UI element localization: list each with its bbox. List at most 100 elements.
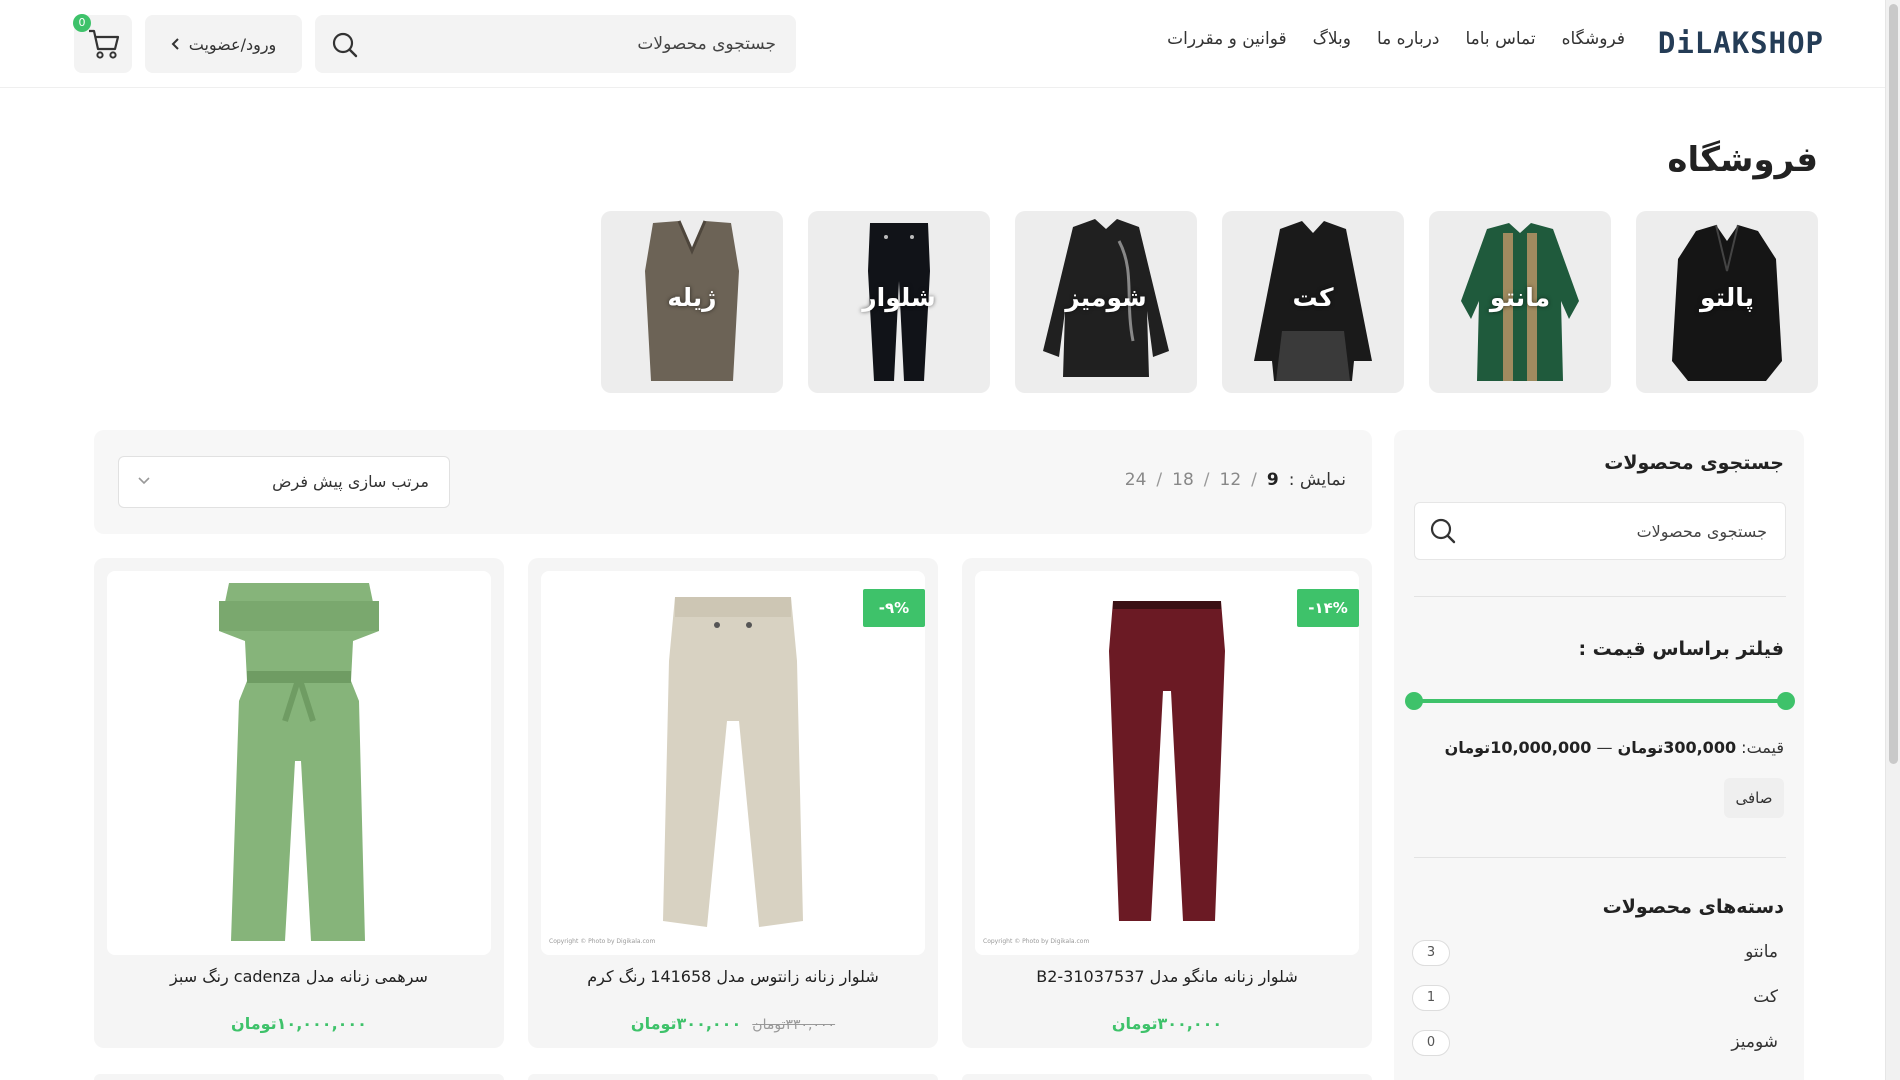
sidebar-search-input[interactable] bbox=[1477, 503, 1767, 559]
product-card-peek bbox=[528, 1074, 938, 1080]
product-grid: سرهمی زنانه مدل cadenza رنگ سبز ۱۰,۰۰۰,۰… bbox=[94, 558, 1372, 1080]
image-copyright: Copyright © Photo by Digikala.com bbox=[983, 938, 1090, 945]
category-count: 1 bbox=[1412, 985, 1450, 1011]
price-max: 10,000,000تومان bbox=[1444, 738, 1592, 757]
discount-badge: -۹% bbox=[863, 589, 925, 627]
sidebar-search-title: جستجوی محصولات bbox=[1604, 452, 1784, 474]
filter-apply-button[interactable]: صافی bbox=[1724, 778, 1784, 818]
nav-item-about[interactable]: درباره ما bbox=[1377, 29, 1440, 49]
site-logo[interactable]: DiLAKSHOP bbox=[1658, 26, 1824, 60]
header-search-input[interactable] bbox=[376, 15, 776, 73]
category-name: شومیز bbox=[1731, 1032, 1778, 1052]
price-slider-max-handle[interactable] bbox=[1405, 692, 1423, 710]
category-label: کت bbox=[1292, 283, 1334, 312]
category-count: 0 bbox=[1412, 1030, 1450, 1056]
category-label: شومیز bbox=[1065, 283, 1147, 312]
product-card-peek bbox=[94, 1074, 504, 1080]
category-card-jacket[interactable]: کت bbox=[1222, 211, 1404, 393]
nav-item-contact[interactable]: تماس باما bbox=[1465, 29, 1535, 49]
price-filter-title: فیلتر براساس قیمت : bbox=[1578, 638, 1784, 660]
product-card-peek bbox=[962, 1074, 1372, 1080]
category-card-vest[interactable]: ژیله bbox=[601, 211, 783, 393]
category-card-manteau[interactable]: مانتو bbox=[1429, 211, 1611, 393]
price-slider-min-handle[interactable] bbox=[1777, 692, 1795, 710]
category-card-pants[interactable]: شلوار bbox=[808, 211, 990, 393]
price-separator: — bbox=[1596, 738, 1613, 757]
price-range-text: قیمت: 300,000تومان — 10,000,000تومان bbox=[1445, 738, 1784, 757]
nav-item-blog[interactable]: وبلاگ bbox=[1313, 29, 1351, 49]
product-price: ۳۳۰,۰۰۰تومان ۳۰۰,۰۰۰تومان bbox=[528, 1014, 938, 1033]
product-price: ۳۰۰,۰۰۰تومان bbox=[962, 1014, 1372, 1033]
cream-trousers-image bbox=[663, 597, 803, 927]
category-list-item[interactable]: مانتو 3 bbox=[1412, 938, 1784, 983]
product-image[interactable] bbox=[107, 571, 491, 955]
main-nav: فروشگاه تماس باما درباره ما وبلاگ قوانین… bbox=[1167, 29, 1625, 49]
product-card[interactable]: Copyright © Photo by Digikala.com -۱۴% ش… bbox=[962, 558, 1372, 1048]
category-cards: پالتو مانتو کت شومیز شلوار ژیله bbox=[601, 211, 1818, 393]
cart-icon bbox=[89, 29, 120, 59]
cart-button[interactable]: 0 bbox=[73, 14, 132, 73]
sidebar: جستجوی محصولات فیلتر براساس قیمت : قیمت:… bbox=[1394, 430, 1804, 1080]
product-current-price: ۱۰,۰۰۰,۰۰۰تومان bbox=[231, 1014, 367, 1033]
per-page-separator: / bbox=[1203, 470, 1210, 490]
chevron-down-icon bbox=[137, 473, 151, 492]
per-page-option[interactable]: 18 bbox=[1172, 470, 1194, 490]
per-page-separator: / bbox=[1251, 470, 1257, 490]
site-header: DiLAKSHOP فروشگاه تماس باما درباره ما وب… bbox=[0, 0, 1885, 88]
product-price: ۱۰,۰۰۰,۰۰۰تومان bbox=[94, 1014, 504, 1033]
product-old-price: ۳۳۰,۰۰۰تومان bbox=[752, 1017, 836, 1033]
product-card[interactable]: سرهمی زنانه مدل cadenza رنگ سبز ۱۰,۰۰۰,۰… bbox=[94, 558, 504, 1048]
category-name: مانتو bbox=[1745, 942, 1778, 962]
burgundy-trousers-image bbox=[1109, 601, 1225, 921]
image-copyright: Copyright © Photo by Digikala.com bbox=[549, 938, 656, 945]
category-label: مانتو bbox=[1489, 283, 1551, 312]
sort-select-value: مرتب سازی پیش فرض bbox=[272, 472, 429, 491]
product-title[interactable]: شلوار زنانه مانگو مدل B2-31037537 bbox=[962, 967, 1372, 986]
product-title[interactable]: سرهمی زنانه مدل cadenza رنگ سبز bbox=[94, 967, 504, 986]
product-current-price: ۳۰۰,۰۰۰تومان bbox=[1111, 1014, 1223, 1033]
per-page-separator: / bbox=[1156, 470, 1163, 490]
price-min: 300,000تومان bbox=[1617, 738, 1737, 757]
product-grid-next-row bbox=[94, 1074, 1372, 1080]
category-card-coat[interactable]: پالتو bbox=[1636, 211, 1818, 393]
per-page-option[interactable]: 12 bbox=[1220, 470, 1242, 490]
page-title: فروشگاه bbox=[1667, 140, 1818, 180]
divider bbox=[1414, 596, 1786, 597]
category-count: 3 bbox=[1412, 940, 1450, 966]
category-label: پالتو bbox=[1699, 283, 1755, 312]
product-image[interactable]: Copyright © Photo by Digikala.com bbox=[975, 571, 1359, 955]
header-search-box bbox=[315, 15, 796, 73]
product-title[interactable]: شلوار زنانه زانتوس مدل 141658 رنگ کرم bbox=[528, 967, 938, 986]
scrollbar-thumb[interactable] bbox=[1889, 4, 1898, 764]
price-label: قیمت: bbox=[1741, 738, 1784, 757]
price-slider-track[interactable] bbox=[1414, 699, 1786, 703]
chevron-left-icon bbox=[171, 35, 181, 54]
category-list-item[interactable]: کت 1 bbox=[1412, 983, 1784, 1028]
login-label: ورود/عضویت bbox=[188, 34, 277, 54]
category-list-item[interactable]: شومیز 0 bbox=[1412, 1028, 1784, 1073]
sort-select[interactable]: مرتب سازی پیش فرض bbox=[118, 456, 450, 508]
product-current-price: ۳۰۰,۰۰۰تومان bbox=[630, 1014, 742, 1033]
per-page-selector: نمایش : 9 / 12 / 18 / 24 bbox=[1125, 470, 1346, 490]
category-label: شلوار bbox=[862, 283, 936, 312]
category-label: ژیله bbox=[667, 283, 717, 312]
product-image[interactable]: Copyright © Photo by Digikala.com bbox=[541, 571, 925, 955]
per-page-label: نمایش : bbox=[1288, 470, 1346, 490]
product-card[interactable]: Copyright © Photo by Digikala.com -۹% شل… bbox=[528, 558, 938, 1048]
per-page-option[interactable]: 24 bbox=[1125, 470, 1147, 490]
nav-item-rules[interactable]: قوانین و مقررات bbox=[1167, 29, 1286, 49]
discount-badge: -۱۴% bbox=[1297, 589, 1359, 627]
login-button[interactable]: ورود/عضویت bbox=[145, 15, 302, 73]
categories-title: دسته‌های محصولات bbox=[1602, 896, 1784, 918]
category-list: مانتو 3 کت 1 شومیز 0 bbox=[1412, 938, 1784, 1073]
per-page-option[interactable]: 9 bbox=[1267, 470, 1279, 490]
category-name: کت bbox=[1753, 987, 1778, 1007]
green-jumpsuit-image bbox=[219, 583, 379, 941]
shop-toolbar: نمایش : 9 / 12 / 18 / 24 مرتب سازی پیش ف… bbox=[94, 430, 1372, 534]
category-card-blouse[interactable]: شومیز bbox=[1015, 211, 1197, 393]
page-scrollbar[interactable] bbox=[1885, 0, 1900, 1080]
search-icon[interactable] bbox=[331, 31, 359, 59]
sidebar-search-box bbox=[1414, 502, 1786, 560]
search-icon[interactable] bbox=[1429, 517, 1457, 549]
nav-item-shop[interactable]: فروشگاه bbox=[1562, 29, 1625, 49]
